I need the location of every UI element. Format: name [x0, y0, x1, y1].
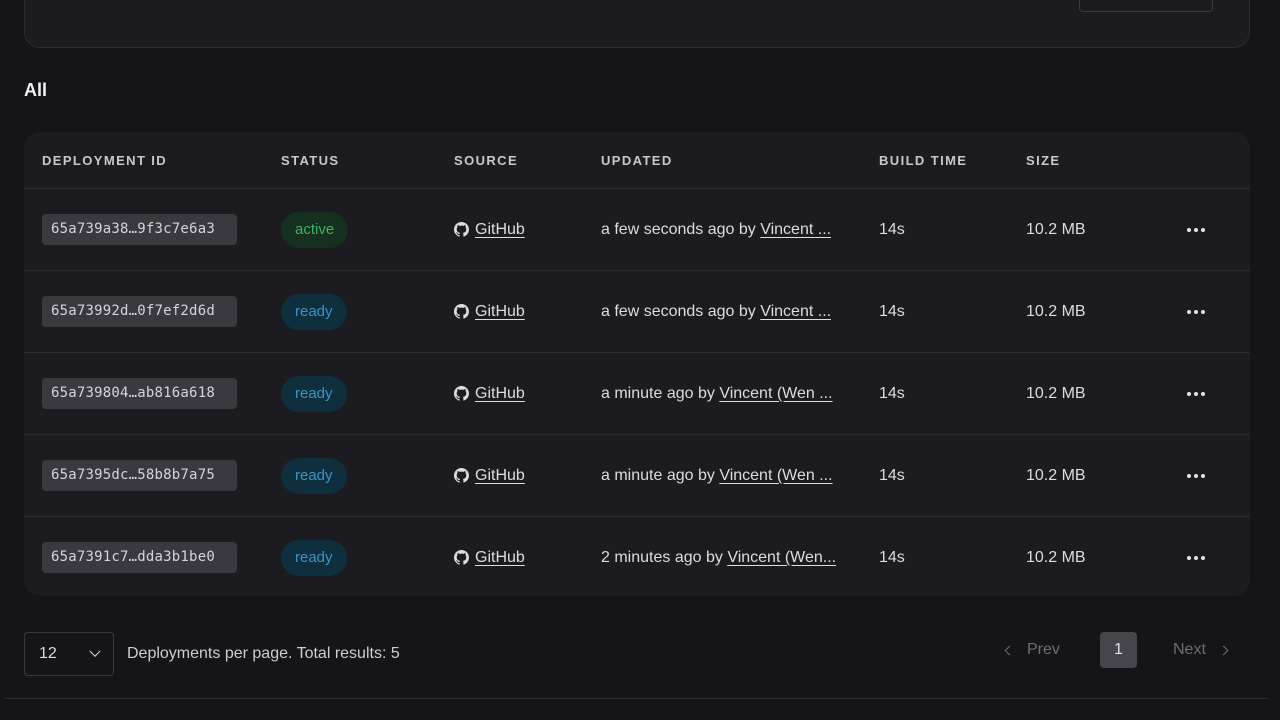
source-link[interactable]: GitHub — [454, 303, 525, 321]
status-badge: ready — [281, 539, 347, 576]
status-badge: ready — [281, 457, 347, 494]
updated-by-link[interactable]: Vincent (Wen ... — [719, 385, 832, 403]
source-label: GitHub — [475, 466, 525, 484]
chevron-left-icon — [1004, 645, 1015, 655]
table-row: 65a73992d…0f7ef2d6d ready GitHub a few seco… — [24, 271, 1250, 353]
column-header-status: STATUS — [281, 153, 340, 168]
chevron-right-icon — [1218, 645, 1229, 655]
table-header: DEPLOYMENT ID STATUS SOURCE UPDATED BUIL… — [24, 132, 1250, 189]
status-badge: ready — [281, 293, 347, 330]
github-icon — [454, 468, 469, 483]
prev-label: Prev — [1027, 641, 1060, 658]
deployment-id[interactable]: 65a7395dc…58b8b7a75 — [42, 460, 237, 491]
source-link[interactable]: GitHub — [454, 221, 525, 239]
build-time: 14s — [879, 220, 905, 238]
updated-time: a few seconds ago by — [601, 220, 756, 238]
updated-time: 2 minutes ago by — [601, 548, 723, 566]
build-time: 14s — [879, 384, 905, 402]
github-icon — [454, 550, 469, 565]
status-badge: active — [281, 211, 349, 248]
updated-cell: 2 minutes ago by Vincent (Wen... — [601, 517, 846, 596]
updated-by-link[interactable]: Vincent ... — [760, 221, 831, 239]
deployment-id[interactable]: 65a739a38…9f3c7e6a3 — [42, 214, 237, 245]
per-page-label: Deployments per page. Total results: 5 — [127, 645, 400, 662]
source-label: GitHub — [475, 302, 525, 320]
more-horizontal-icon[interactable] — [1187, 309, 1205, 314]
size: 10.2 MB — [1026, 302, 1086, 320]
table-row: 65a739a38…9f3c7e6a3 active GitHub a few sec… — [24, 189, 1250, 271]
table-row: 65a7395dc…58b8b7a75 ready GitHub a minute a… — [24, 435, 1250, 517]
size: 10.2 MB — [1026, 384, 1086, 402]
updated-by-link[interactable]: Vincent (Wen... — [727, 549, 836, 567]
deployment-id[interactable]: 65a7391c7…dda3b1be0 — [42, 542, 237, 573]
size: 10.2 MB — [1026, 548, 1086, 566]
source-label: GitHub — [475, 384, 525, 402]
build-time: 14s — [879, 302, 905, 320]
source-link[interactable]: GitHub — [454, 385, 525, 403]
size: 10.2 MB — [1026, 466, 1086, 484]
updated-time: a minute ago by — [601, 466, 715, 484]
status-badge: ready — [281, 375, 347, 412]
per-page-select[interactable]: 12 — [24, 632, 114, 676]
updated-time: a few seconds ago by — [601, 302, 756, 320]
deployment-id[interactable]: 65a73992d…0f7ef2d6d — [42, 296, 237, 327]
section-title: All — [24, 80, 48, 100]
prev-page-button[interactable]: Prev — [1004, 632, 1060, 668]
source-label: GitHub — [475, 548, 525, 566]
updated-cell: a minute ago by Vincent (Wen ... — [601, 353, 846, 434]
column-header-size: SIZE — [1026, 153, 1061, 168]
column-header-source: SOURCE — [454, 153, 519, 168]
next-label: Next — [1173, 641, 1206, 658]
updated-time: a minute ago by — [601, 384, 715, 402]
source-label: GitHub — [475, 220, 525, 238]
table-row: 65a7391c7…dda3b1be0 ready GitHub 2 minutes … — [24, 517, 1250, 596]
github-icon — [454, 304, 469, 319]
column-header-build-time: BUILD TIME — [879, 153, 968, 168]
column-header-updated: UPDATED — [601, 153, 673, 168]
updated-cell: a minute ago by Vincent (Wen ... — [601, 435, 846, 516]
updated-cell: a few seconds ago by Vincent ... — [601, 189, 846, 270]
build-time: 14s — [879, 466, 905, 484]
chevron-down-icon — [89, 645, 101, 657]
column-header-deployment-id: DEPLOYMENT ID — [42, 153, 168, 168]
source-link[interactable]: GitHub — [454, 549, 525, 567]
page-number-current[interactable]: 1 — [1100, 632, 1137, 668]
table-row: 65a739804…ab816a618 ready GitHub a minute a… — [24, 353, 1250, 435]
updated-by-link[interactable]: Vincent ... — [760, 303, 831, 321]
more-horizontal-icon[interactable] — [1187, 227, 1205, 232]
updated-cell: a few seconds ago by Vincent ... — [601, 271, 846, 352]
more-horizontal-icon[interactable] — [1187, 473, 1205, 478]
top-card — [24, 0, 1250, 48]
build-time: 14s — [879, 548, 905, 566]
top-card-button[interactable] — [1079, 0, 1213, 12]
deployment-id[interactable]: 65a739804…ab816a618 — [42, 378, 237, 409]
deployments-table: DEPLOYMENT ID STATUS SOURCE UPDATED BUIL… — [24, 132, 1250, 596]
more-horizontal-icon[interactable] — [1187, 391, 1205, 396]
size: 10.2 MB — [1026, 220, 1086, 238]
more-horizontal-icon[interactable] — [1187, 555, 1205, 560]
github-icon — [454, 386, 469, 401]
updated-by-link[interactable]: Vincent (Wen ... — [719, 467, 832, 485]
footer-divider — [5, 698, 1269, 699]
source-link[interactable]: GitHub — [454, 467, 525, 485]
per-page-value: 12 — [39, 645, 57, 662]
next-page-button[interactable]: Next — [1173, 632, 1229, 668]
github-icon — [454, 222, 469, 237]
